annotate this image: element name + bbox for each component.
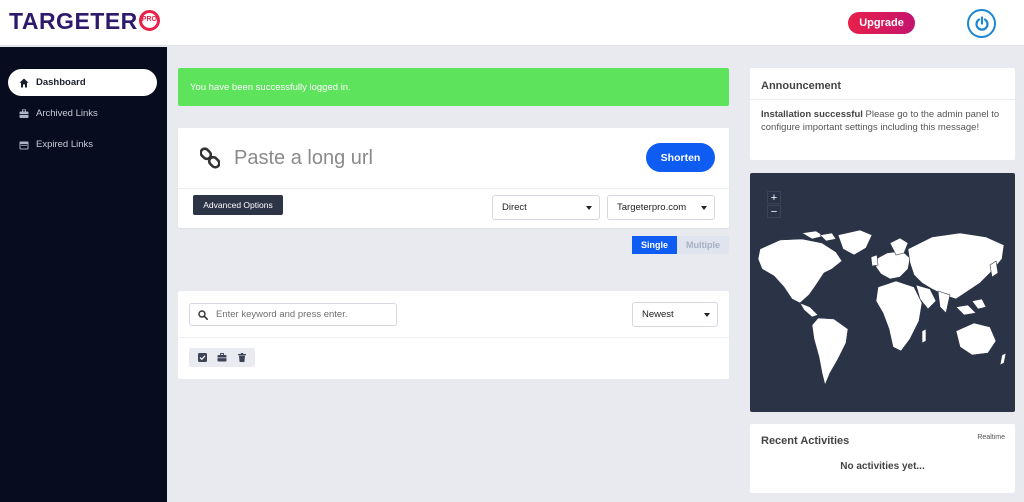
chevron-down-icon	[701, 206, 707, 210]
url-row: Shorten	[178, 128, 729, 188]
link-icon	[200, 147, 220, 169]
realtime-badge: Realtime	[977, 434, 1005, 441]
domain-select[interactable]: Targeterpro.com	[607, 195, 715, 220]
activities-empty-message: No activities yet...	[840, 461, 925, 472]
sidebar-item-label: Dashboard	[36, 77, 86, 88]
brand-badge: PRO	[138, 10, 160, 31]
activities-title: Recent Activities	[761, 435, 850, 447]
toggle-single[interactable]: Single	[632, 236, 677, 254]
search-input[interactable]	[216, 309, 391, 320]
world-map-graphic	[757, 229, 1007, 386]
calendar-icon	[18, 139, 29, 150]
shorten-button[interactable]: Shorten	[646, 143, 715, 172]
redirect-type-select[interactable]: Direct	[492, 195, 600, 220]
briefcase-icon	[18, 108, 29, 119]
bulk-actions	[189, 348, 255, 367]
search-icon	[198, 309, 208, 320]
mode-toggle: Single Multiple	[632, 236, 729, 254]
power-icon	[974, 15, 989, 31]
sidebar-item-label: Archived Links	[36, 108, 98, 119]
check-square-icon[interactable]	[198, 353, 208, 362]
map-zoom-out-button[interactable]: −	[767, 205, 781, 218]
sort-value: Newest	[642, 309, 674, 320]
top-bar: TARGETER PRO Upgrade	[0, 0, 1024, 46]
success-alert: You have been successfully logged in.	[178, 68, 729, 106]
upgrade-button[interactable]: Upgrade	[848, 12, 915, 34]
world-map[interactable]	[750, 173, 1015, 412]
home-icon	[18, 77, 29, 88]
redirect-type-value: Direct	[502, 202, 527, 213]
sidebar-item-archived-links[interactable]: Archived Links	[8, 100, 157, 127]
sidebar-item-expired-links[interactable]: Expired Links	[8, 131, 157, 158]
sidebar: Dashboard Archived Links Expired Links	[0, 47, 167, 502]
chevron-down-icon	[586, 206, 592, 210]
sidebar-item-label: Expired Links	[36, 139, 94, 150]
sort-select[interactable]: Newest	[632, 302, 718, 327]
map-zoom-in-button[interactable]: +	[767, 191, 781, 204]
announcement-card: Announcement Installation successful Ple…	[750, 68, 1015, 160]
long-url-input[interactable]	[234, 144, 614, 172]
announcement-strong: Installation successful	[761, 109, 863, 120]
divider	[178, 337, 729, 338]
shorten-card: Shorten Advanced Options Direct Targeter…	[178, 128, 729, 228]
toggle-multiple[interactable]: Multiple	[677, 236, 729, 254]
announcement-body: Installation successful Please go to the…	[761, 108, 1006, 134]
links-card: Newest	[178, 291, 729, 379]
account-button[interactable]	[967, 9, 996, 38]
recent-activities-card: Recent Activities Realtime No activities…	[750, 424, 1015, 493]
advanced-options-button[interactable]: Advanced Options	[193, 195, 283, 215]
sidebar-item-dashboard[interactable]: Dashboard	[8, 69, 157, 96]
brand-logo[interactable]: TARGETER PRO	[9, 8, 160, 35]
alert-message: You have been successfully logged in.	[190, 81, 351, 93]
trash-icon[interactable]	[237, 353, 246, 362]
brand-name: TARGETER	[9, 8, 138, 34]
announcement-title: Announcement	[761, 80, 842, 92]
search-box	[189, 303, 397, 326]
options-row: Advanced Options Direct Targeterpro.com	[178, 188, 729, 228]
chevron-down-icon	[704, 313, 710, 317]
archive-icon[interactable]	[217, 353, 227, 362]
divider	[750, 99, 1015, 100]
domain-value: Targeterpro.com	[617, 202, 687, 213]
